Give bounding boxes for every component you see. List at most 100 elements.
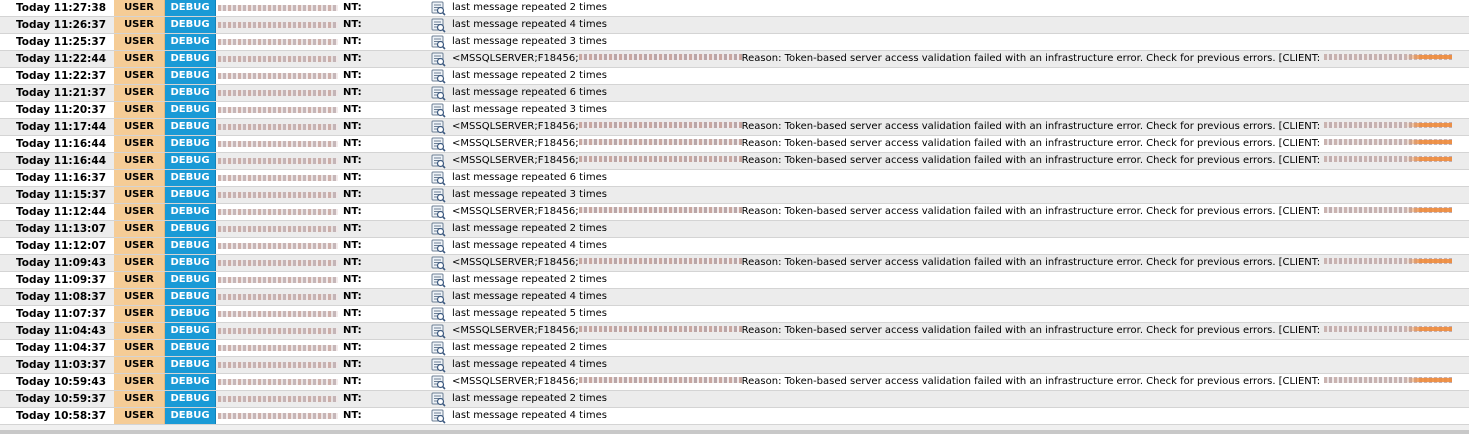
timestamp-cell: Today 11:09:43	[16, 257, 106, 269]
message-cell: <MSSQLSERVER;F18456; Reason: Token-based …	[452, 153, 1452, 169]
message-reason: Reason: Token-based server access valida…	[741, 325, 1276, 336]
tag-cell: NT:	[343, 155, 362, 166]
table-row[interactable]: Today 11:12:44 USER DEBUG NT: <MSSQLSERV…	[0, 204, 1469, 221]
table-row[interactable]: Today 10:59:37 USER DEBUG NT: last messa…	[0, 391, 1469, 408]
table-row[interactable]: Today 11:16:44 USER DEBUG NT: <MSSQLSERV…	[0, 136, 1469, 153]
message-detail-icon[interactable]	[429, 187, 447, 203]
table-row[interactable]: Today 11:03:37 USER DEBUG NT: last messa…	[0, 357, 1469, 374]
message-detail-icon[interactable]	[429, 136, 447, 152]
message-detail-icon[interactable]	[429, 0, 447, 16]
message-reason: Reason: Token-based server access valida…	[741, 155, 1276, 166]
message-cell: last message repeated 6 times	[452, 85, 1452, 101]
message-detail-icon[interactable]	[429, 238, 447, 254]
message-cell: last message repeated 3 times	[452, 102, 1452, 118]
table-row[interactable]: Today 11:09:37 USER DEBUG NT: last messa…	[0, 272, 1469, 289]
client-prefix: [CLIENT:	[1278, 206, 1321, 217]
table-row[interactable]: Today 11:08:37 USER DEBUG NT: last messa…	[0, 289, 1469, 306]
message-detail-icon[interactable]	[429, 17, 447, 33]
message-detail-icon[interactable]	[429, 289, 447, 305]
message-detail-icon[interactable]	[429, 323, 447, 339]
hostname-cell-redacted	[216, 391, 340, 407]
message-detail-icon[interactable]	[429, 34, 447, 50]
table-row[interactable]: Today 11:25:37 USER DEBUG NT: last messa…	[0, 34, 1469, 51]
message-detail-icon[interactable]	[429, 153, 447, 169]
message-detail-icon[interactable]	[429, 255, 447, 271]
table-row[interactable]: Today 10:58:37 USER DEBUG NT: last messa…	[0, 408, 1469, 425]
message-detail-icon[interactable]	[429, 357, 447, 373]
level-badge: DEBUG	[165, 136, 216, 152]
level-badge: DEBUG	[165, 391, 216, 407]
message-detail-icon[interactable]	[429, 340, 447, 356]
message-detail-icon[interactable]	[429, 102, 447, 118]
facility-badge: USER	[114, 272, 165, 288]
facility-badge: USER	[114, 187, 165, 203]
table-row[interactable]: Today 11:15:37 USER DEBUG NT: last messa…	[0, 187, 1469, 204]
message-detail-icon[interactable]	[429, 374, 447, 390]
table-row[interactable]: Today 11:07:37 USER DEBUG NT: last messa…	[0, 306, 1469, 323]
table-row[interactable]: Today 10:59:43 USER DEBUG NT: <MSSQLSERV…	[0, 374, 1469, 391]
table-row[interactable]: Today 11:16:44 USER DEBUG NT: <MSSQLSERV…	[0, 153, 1469, 170]
timestamp-cell: Today 10:58:37	[16, 410, 106, 422]
table-row[interactable]: Today 11:12:07 USER DEBUG NT: last messa…	[0, 238, 1469, 255]
table-row[interactable]: Today 11:27:38 USER DEBUG NT: last messa…	[0, 0, 1469, 17]
table-row[interactable]: Today 11:04:37 USER DEBUG NT: last messa…	[0, 340, 1469, 357]
message-detail-icon[interactable]	[429, 204, 447, 220]
tag-cell: NT:	[343, 291, 362, 302]
tag-cell: NT:	[343, 206, 362, 217]
message-detail-icon[interactable]	[429, 408, 447, 424]
message-cell: <MSSQLSERVER;F18456; Reason: Token-based …	[452, 323, 1452, 339]
hostname-cell-redacted	[216, 374, 340, 390]
message-text: last message repeated 2 times	[452, 342, 607, 353]
hostname-cell-redacted	[216, 0, 340, 16]
message-detail-icon[interactable]	[429, 306, 447, 322]
message-prefix: <MSSQLSERVER;F18456;	[452, 53, 579, 64]
timestamp-cell: Today 11:17:44	[16, 121, 106, 133]
client-prefix: [CLIENT:	[1278, 325, 1321, 336]
level-badge: DEBUG	[165, 272, 216, 288]
message-text: last message repeated 6 times	[452, 172, 607, 183]
message-detail-icon[interactable]	[429, 391, 447, 407]
hostname-cell-redacted	[216, 17, 340, 33]
table-row[interactable]: Today 11:20:37 USER DEBUG NT: last messa…	[0, 102, 1469, 119]
level-badge: DEBUG	[165, 238, 216, 254]
redacted-client	[1324, 377, 1452, 383]
facility-badge: USER	[114, 340, 165, 356]
table-row[interactable]: Today 11:26:37 USER DEBUG NT: last messa…	[0, 17, 1469, 34]
message-cell: <MSSQLSERVER;F18456; Reason: Token-based …	[452, 204, 1452, 220]
message-detail-icon[interactable]	[429, 221, 447, 237]
tag-cell: NT:	[343, 257, 362, 268]
message-reason: Reason: Token-based server access valida…	[741, 121, 1276, 132]
message-cell: last message repeated 2 times	[452, 221, 1452, 237]
table-row[interactable]: Today 11:22:44 USER DEBUG NT: <MSSQLSERV…	[0, 51, 1469, 68]
message-cell: last message repeated 4 times	[452, 408, 1452, 424]
timestamp-cell: Today 11:15:37	[16, 189, 106, 201]
redacted-client	[1324, 156, 1452, 162]
message-cell: <MSSQLSERVER;F18456; Reason: Token-based …	[452, 136, 1452, 152]
level-badge: DEBUG	[165, 170, 216, 186]
table-row[interactable]: Today 11:22:37 USER DEBUG NT: last messa…	[0, 68, 1469, 85]
level-badge: DEBUG	[165, 357, 216, 373]
timestamp-cell: Today 10:59:37	[16, 393, 106, 405]
table-row[interactable]: Today 11:17:44 USER DEBUG NT: <MSSQLSERV…	[0, 119, 1469, 136]
timestamp-cell: Today 11:04:37	[16, 342, 106, 354]
message-cell: <MSSQLSERVER;F18456; Reason: Token-based …	[452, 374, 1452, 390]
message-detail-icon[interactable]	[429, 51, 447, 67]
facility-badge: USER	[114, 0, 165, 16]
message-prefix: <MSSQLSERVER;F18456;	[452, 257, 579, 268]
table-row[interactable]: Today 11:09:43 USER DEBUG NT: <MSSQLSERV…	[0, 255, 1469, 272]
level-badge: DEBUG	[165, 408, 216, 424]
table-row[interactable]: Today 11:16:37 USER DEBUG NT: last messa…	[0, 170, 1469, 187]
message-detail-icon[interactable]	[429, 272, 447, 288]
message-detail-icon[interactable]	[429, 85, 447, 101]
table-row[interactable]: Today 11:21:37 USER DEBUG NT: last messa…	[0, 85, 1469, 102]
facility-badge: USER	[114, 391, 165, 407]
message-detail-icon[interactable]	[429, 119, 447, 135]
table-row[interactable]: Today 11:13:07 USER DEBUG NT: last messa…	[0, 221, 1469, 238]
table-row[interactable]: Today 11:04:43 USER DEBUG NT: <MSSQLSERV…	[0, 323, 1469, 340]
tag-cell: NT:	[343, 172, 362, 183]
message-detail-icon[interactable]	[429, 68, 447, 84]
facility-badge: USER	[114, 323, 165, 339]
message-detail-icon[interactable]	[429, 170, 447, 186]
message-text: last message repeated 4 times	[452, 291, 607, 302]
hostname-cell-redacted	[216, 153, 340, 169]
